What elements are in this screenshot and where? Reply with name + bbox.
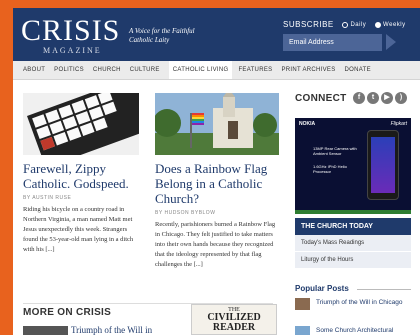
promo-line: READER <box>212 322 256 333</box>
weekly-label: Weekly <box>383 21 406 28</box>
liturgy-hours-link[interactable]: Liturgy of the Hours <box>295 252 411 269</box>
connect-heading: CONNECT <box>295 93 347 104</box>
post-title[interactable]: Some Church Architectural <box>316 326 393 335</box>
logo-subtext: MAGAZINE <box>43 46 102 55</box>
crisis-page: CRISIS MAGAZINE A Voice for the Faithful… <box>13 8 420 335</box>
phone-image <box>367 130 399 200</box>
keyboard-image[interactable] <box>23 93 139 155</box>
church-today-heading: THE CHURCH TODAY <box>295 218 411 235</box>
nav-donate[interactable]: DONATE <box>345 67 371 73</box>
article-title[interactable]: Does a Rainbow Flag Belong in a Catholic… <box>155 161 279 206</box>
more-thumbnail[interactable] <box>23 326 68 335</box>
article-byline[interactable]: BY HUDSON BYBLOW <box>155 210 215 216</box>
church-today-box: THE CHURCH TODAY Today's Mass Readings L… <box>295 218 411 269</box>
nav-about[interactable]: ABOUT <box>23 67 45 73</box>
nav-politics[interactable]: POLITICS <box>54 67 84 73</box>
more-item-title[interactable]: Triumph of the Will in <box>71 325 152 335</box>
civilized-reader-promo[interactable]: THE CIVILIZED READER <box>191 304 277 335</box>
article-excerpt: Riding his bicycle on a country road in … <box>23 206 134 253</box>
post-thumbnail <box>295 326 310 335</box>
twitter-icon[interactable]: t <box>367 92 379 104</box>
daily-radio[interactable] <box>342 21 349 28</box>
tagline: A Voice for the Faithful Catholic Laity <box>129 27 195 44</box>
weekly-radio[interactable] <box>375 21 382 28</box>
nav-print-archives[interactable]: PRINT ARCHIVES <box>281 67 335 73</box>
post-thumbnail <box>295 298 310 310</box>
nav-church[interactable]: CHURCH <box>93 67 121 73</box>
logo-text: CRISIS <box>21 14 121 47</box>
ad-brand: NOKIA <box>299 121 316 127</box>
article-title[interactable]: Farewell, Zippy Catholic. Godspeed. <box>23 161 148 191</box>
daily-label: Daily <box>350 21 367 28</box>
facebook-icon[interactable]: f <box>353 92 365 104</box>
post-title[interactable]: Triumph of the Will in Chicago <box>316 298 402 307</box>
site-header: CRISIS MAGAZINE A Voice for the Faithful… <box>13 8 420 61</box>
more-on-crisis-heading: MORE ON CRISIS <box>23 307 112 318</box>
nokia-ad[interactable]: NOKIA Flipkart 13MP Rear Camera with Amb… <box>295 118 411 214</box>
mass-readings-link[interactable]: Today's Mass Readings <box>295 235 411 252</box>
church-image[interactable] <box>155 93 279 155</box>
ad-feature: 13MP Rear Camera with Ambient Sensor <box>313 146 357 156</box>
subscribe-label: SUBSCRIBE <box>283 20 334 29</box>
nav-catholic-living[interactable]: CATHOLIC LIVING <box>168 61 233 79</box>
email-input[interactable]: Email Address <box>283 34 382 51</box>
divider <box>357 289 411 290</box>
nav-features[interactable]: FEATURES <box>238 67 272 73</box>
nav-culture[interactable]: CULTURE <box>130 67 160 73</box>
youtube-icon[interactable]: ▶ <box>381 92 393 104</box>
rss-icon[interactable]: ) <box>395 92 407 104</box>
crisis-logo[interactable]: CRISIS MAGAZINE <box>21 14 121 56</box>
ad-feature: 1.6GHz IPhD Helio Processor <box>313 164 347 174</box>
article-byline[interactable]: BY AUSTIN RUSE <box>23 195 71 201</box>
subscribe-options: SUBSCRIBE Daily Weekly <box>283 20 406 29</box>
popular-posts-heading: Popular Posts <box>295 284 349 293</box>
main-nav: ABOUT POLITICS CHURCH CULTURE CATHOLIC L… <box>13 61 420 80</box>
subscribe-submit-arrow-icon[interactable] <box>386 34 396 50</box>
ad-retailer: Flipkart <box>390 121 407 127</box>
article-excerpt: Recently, parishioners burned a Rainbow … <box>155 221 276 268</box>
